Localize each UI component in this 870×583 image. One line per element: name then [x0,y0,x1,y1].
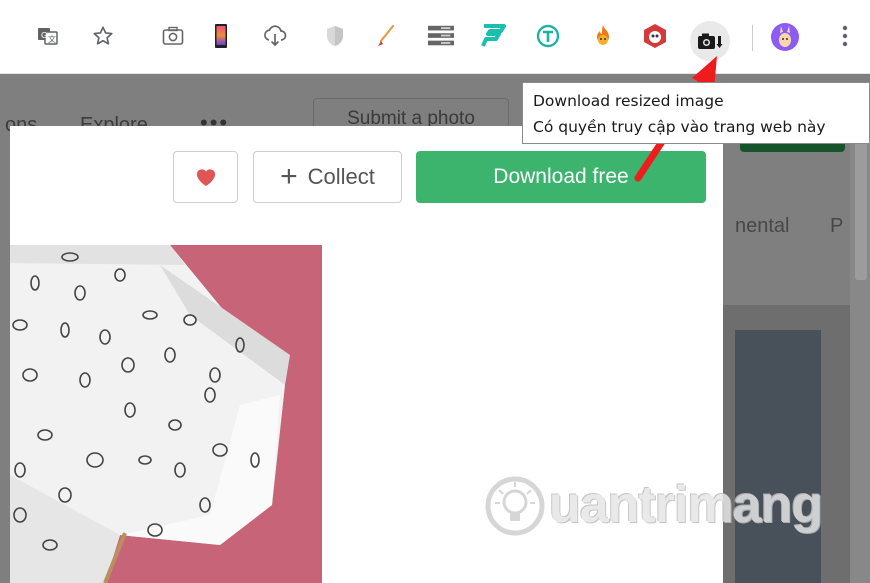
collect-label: Collect [307,164,375,189]
extension-tooltip: Download resized image Có quyền truy cập… [522,82,870,144]
download-free-button[interactable]: Download free [416,151,706,203]
lightbulb-icon [485,476,545,536]
tooltip-permission: Có quyền truy cập vào trang web này [533,118,826,136]
f-logo-icon[interactable] [480,23,506,49]
phone-icon[interactable] [208,23,234,49]
bug-icon[interactable] [642,23,668,49]
star-icon[interactable] [90,23,116,49]
svg-text:G: G [41,31,47,40]
topic-text-partial[interactable]: nental [735,215,790,238]
scrollbar-thumb[interactable] [855,140,867,280]
photo-preview[interactable] [10,245,322,583]
profile-avatar-icon[interactable] [770,22,800,52]
like-button[interactable] [173,151,238,203]
camera-download-icon [698,33,723,49]
topic-text-partial-2[interactable]: P [830,215,843,238]
camera-download-button[interactable] [690,21,730,61]
heart-icon [196,169,215,187]
cloud-download-icon[interactable] [262,23,288,49]
fire-icon[interactable] [590,23,616,49]
browser-toolbar: G文 [0,0,870,74]
shield-icon[interactable] [322,23,348,49]
screenshot-icon[interactable] [160,23,186,49]
menu-kebab-icon[interactable] [832,23,858,49]
plus-icon: + [280,160,298,193]
collect-button[interactable]: + Collect [253,151,402,203]
svg-text:文: 文 [48,34,56,44]
brush-icon[interactable] [372,23,398,49]
server-icon[interactable] [428,23,454,49]
translate-icon[interactable]: G文 [35,23,61,49]
background-photo[interactable] [735,330,821,583]
toolbar-divider [752,25,753,51]
t-circle-icon[interactable] [535,23,561,49]
watermark: uantrimang [485,465,823,545]
watermark-text: uantrimang [549,476,823,534]
tooltip-title: Download resized image [533,92,724,110]
